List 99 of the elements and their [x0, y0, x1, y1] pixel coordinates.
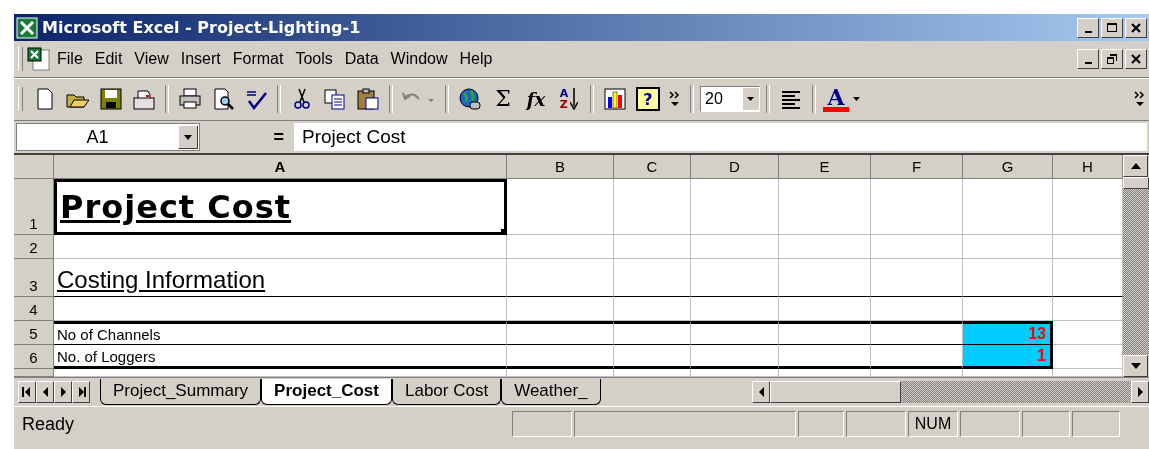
status-panel [798, 411, 844, 437]
menu-item[interactable]: Window [384, 47, 454, 71]
menu-item[interactable]: Help [453, 47, 499, 71]
globe-icon[interactable] [458, 87, 482, 111]
status-indicator: NUM [908, 411, 958, 437]
caret-icon [747, 96, 755, 102]
name-box[interactable]: A1 [16, 123, 200, 151]
row-header[interactable]: 1 [14, 179, 54, 235]
envelope-printer-icon[interactable] [132, 87, 156, 111]
row-header[interactable]: 2 [14, 235, 54, 259]
more-buttons-icon[interactable] [668, 90, 682, 108]
menu-item[interactable]: Format [226, 47, 290, 71]
more-buttons-icon[interactable] [1133, 90, 1147, 108]
close-icon [1128, 20, 1144, 35]
row-header[interactable]: 4 [14, 297, 54, 321]
sheet-tab[interactable]: Project_Summary [100, 379, 262, 405]
printer-icon[interactable] [178, 87, 202, 111]
table-cell: Costing Information [54, 259, 507, 297]
menu-item[interactable]: File [51, 47, 89, 71]
font-color-button[interactable]: A [822, 86, 850, 112]
status-panel [1072, 411, 1120, 437]
down-arrow-icon [1130, 363, 1141, 369]
maximize-button[interactable] [1101, 17, 1123, 38]
empty-cell [1053, 235, 1123, 259]
clipboard-paste-icon[interactable] [356, 87, 380, 111]
previous-sheet-button[interactable] [36, 381, 54, 403]
menu-item[interactable]: View [128, 47, 175, 71]
status-panel [846, 411, 906, 437]
column-header[interactable]: D [691, 155, 779, 179]
column-header[interactable]: B [507, 155, 614, 179]
right-arrow-icon [58, 386, 68, 398]
workbook-icon[interactable] [27, 47, 51, 71]
column-header[interactable]: C [614, 155, 691, 179]
minimize-icon [1084, 30, 1092, 33]
sheet-tab[interactable]: Weather_ [501, 379, 601, 405]
equals-sign: = [272, 126, 285, 148]
sheet-tab[interactable]: Project_Cost [261, 379, 392, 405]
select-all-button[interactable] [14, 155, 54, 179]
insert-function-button[interactable]: fx [526, 88, 546, 110]
fill-handle[interactable] [501, 229, 507, 235]
column-header[interactable]: F [871, 155, 963, 179]
last-sheet-button[interactable] [72, 381, 90, 403]
scroll-left-button[interactable] [752, 381, 770, 403]
minimize-button[interactable] [1077, 17, 1099, 38]
right-arrow-icon [1135, 386, 1145, 398]
menu-item[interactable]: Edit [88, 47, 129, 71]
menu-item[interactable]: Tools [289, 47, 339, 71]
minimize-icon [1084, 62, 1092, 64]
down-arrow-icon [570, 88, 579, 110]
sheet-tab[interactable]: Labor Cost [392, 379, 502, 405]
status-text: Ready [21, 413, 76, 435]
status-panel [960, 411, 1020, 437]
column-header[interactable]: H [1053, 155, 1123, 179]
next-sheet-button[interactable] [54, 381, 72, 403]
caret-icon [184, 134, 192, 140]
copy-icon[interactable] [323, 87, 347, 111]
window-title: Microsoft Excel - Project-Lighting-1 [42, 18, 362, 37]
close-icon [1128, 52, 1144, 66]
row-header[interactable]: 6 [14, 345, 54, 369]
spreadsheet-app-icon[interactable] [16, 16, 38, 39]
table-cell: No of Channels [54, 321, 507, 345]
row-header[interactable]: 5 [14, 321, 54, 345]
scroll-down-button[interactable] [1123, 355, 1148, 377]
table-cell: 1 [963, 345, 1053, 369]
status-panel [512, 411, 572, 437]
column-header[interactable]: E [779, 155, 871, 179]
menu-item[interactable]: Insert [174, 47, 227, 71]
minimize-button[interactable] [1077, 49, 1099, 69]
close-button[interactable] [1125, 17, 1147, 38]
bar-chart-icon[interactable] [603, 87, 627, 111]
column-header[interactable]: A [54, 155, 507, 179]
help-button[interactable]: ? [636, 87, 660, 111]
font-size-field[interactable]: 20 [700, 86, 760, 112]
formula-field[interactable]: Project Cost [294, 123, 1147, 151]
first-arrow-icon [22, 386, 32, 398]
empty-cell [1053, 259, 1123, 297]
table-cell: No. of Loggers [54, 345, 507, 369]
autosum-button[interactable]: Σ [495, 88, 511, 110]
last-arrow-icon [76, 386, 86, 398]
up-arrow-icon [1130, 163, 1141, 169]
scrollbar-thumb[interactable] [1123, 177, 1149, 189]
scroll-up-button[interactable] [1123, 155, 1148, 177]
status-panel [1022, 411, 1070, 437]
table-cell: 13 [963, 321, 1053, 345]
menu-item[interactable]: Data [338, 47, 385, 71]
table-cell: Project Cost [54, 179, 507, 235]
caret-icon[interactable] [853, 96, 861, 102]
first-sheet-button[interactable] [18, 381, 36, 403]
column-header[interactable]: G [963, 155, 1053, 179]
empty-cell [1053, 179, 1123, 235]
print-preview-icon[interactable] [211, 87, 235, 111]
scrollbar-thumb[interactable] [770, 381, 901, 403]
row-header[interactable]: 3 [14, 259, 54, 297]
restore-button[interactable] [1101, 49, 1123, 69]
scroll-right-button[interactable] [1131, 381, 1149, 403]
sort-ascending-button[interactable]: A Z [554, 84, 584, 114]
close-button[interactable] [1125, 49, 1147, 69]
empty-cell [1053, 297, 1123, 321]
restore-icon [1104, 52, 1120, 66]
